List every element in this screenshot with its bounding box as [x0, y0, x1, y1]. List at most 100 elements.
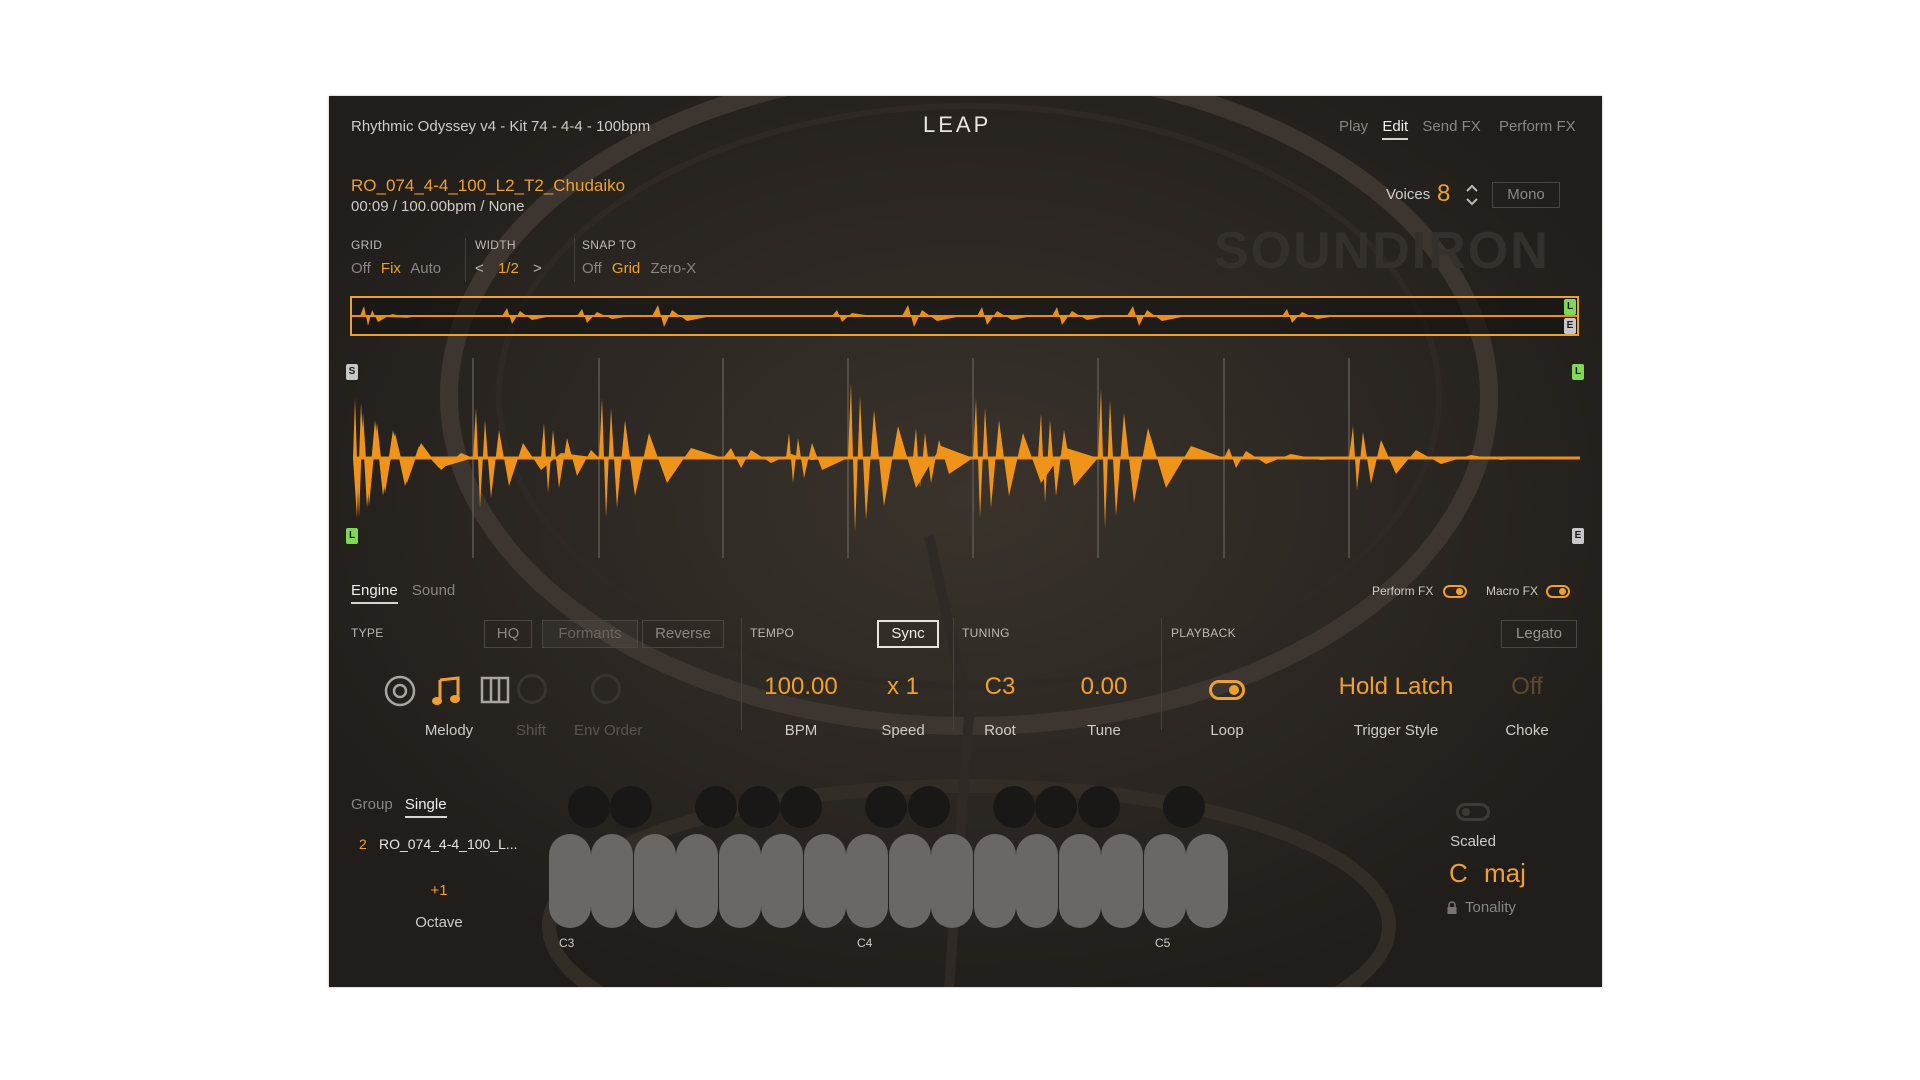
white-key[interactable] — [931, 834, 973, 928]
white-key[interactable] — [1016, 834, 1058, 928]
tune-value[interactable]: 0.00 — [1064, 673, 1144, 701]
tab-send-fx[interactable]: Send FX — [1422, 118, 1480, 135]
grid-label: GRID — [351, 238, 383, 252]
tune-label: Tune — [1087, 722, 1121, 739]
white-key[interactable] — [676, 834, 718, 928]
tab-engine[interactable]: Engine — [351, 582, 398, 604]
leap-editor-window: Rhythmic Odyssey v4 - Kit 74 - 4-4 - 100… — [329, 96, 1602, 987]
divider — [465, 238, 466, 282]
legato-button[interactable]: Legato — [1501, 620, 1577, 648]
white-key[interactable] — [719, 834, 761, 928]
white-key[interactable] — [634, 834, 676, 928]
tab-play[interactable]: Play — [1339, 118, 1368, 135]
grid-auto-option[interactable]: Auto — [410, 260, 441, 277]
circle-icon[interactable] — [383, 674, 417, 708]
trigger-style-value[interactable]: Hold Latch — [1327, 673, 1465, 701]
loop-end-marker[interactable]: L — [1572, 364, 1584, 380]
black-key[interactable] — [865, 786, 907, 828]
type-label: TYPE — [351, 626, 384, 640]
white-key[interactable] — [1059, 834, 1101, 928]
white-key[interactable] — [974, 834, 1016, 928]
width-next-icon[interactable]: > — [533, 260, 542, 277]
divider — [1161, 618, 1162, 730]
black-key[interactable] — [780, 786, 822, 828]
speed-label: Speed — [881, 722, 925, 739]
voices-value[interactable]: 8 — [1437, 180, 1450, 208]
playback-label: PLAYBACK — [1171, 626, 1236, 640]
voices-stepper-icon[interactable] — [1464, 182, 1480, 208]
sample-index: 2 — [359, 836, 367, 852]
start-marker[interactable]: S — [346, 364, 358, 380]
overview-loop-marker[interactable]: L — [1564, 299, 1576, 315]
kit-title: Rhythmic Odyssey v4 - Kit 74 - 4-4 - 100… — [351, 118, 651, 135]
sample-list-item[interactable]: RO_074_4-4_100_L... — [379, 836, 518, 852]
white-key[interactable] — [549, 834, 591, 928]
divider — [953, 618, 954, 730]
slices-icon[interactable] — [479, 674, 511, 706]
tab-group[interactable]: Group — [351, 796, 393, 813]
black-key[interactable] — [908, 786, 950, 828]
choke-label: Choke — [1505, 722, 1549, 739]
white-key[interactable] — [889, 834, 931, 928]
grid-fix-option[interactable]: Fix — [381, 260, 401, 277]
white-key[interactable] — [1144, 834, 1186, 928]
perform-fx-toggle[interactable] — [1443, 585, 1467, 598]
white-key[interactable] — [846, 834, 888, 928]
shift-knob[interactable] — [517, 674, 547, 704]
sync-button[interactable]: Sync — [877, 620, 939, 648]
choke-value[interactable]: Off — [1497, 673, 1557, 701]
white-key[interactable] — [591, 834, 633, 928]
black-key[interactable] — [568, 786, 610, 828]
leap-logo: LEAP — [923, 112, 992, 137]
lock-icon[interactable] — [1446, 901, 1458, 915]
black-key[interactable] — [1163, 786, 1205, 828]
snap-grid-option[interactable]: Grid — [612, 260, 640, 277]
bpm-value[interactable]: 100.00 — [755, 673, 847, 701]
voices-label: Voices — [1386, 186, 1431, 203]
white-key[interactable] — [1101, 834, 1143, 928]
root-label: Root — [984, 722, 1016, 739]
engine-sound-tabs: Engine Sound — [351, 582, 455, 604]
white-key[interactable] — [761, 834, 803, 928]
mono-button[interactable]: Mono — [1492, 182, 1560, 208]
end-marker[interactable]: E — [1572, 528, 1584, 544]
macro-fx-toggle[interactable] — [1546, 585, 1570, 598]
overview-end-marker[interactable]: E — [1564, 318, 1576, 334]
snap-zerox-option[interactable]: Zero-X — [650, 260, 696, 277]
formants-button[interactable]: Formants — [542, 620, 638, 648]
music-note-icon[interactable] — [430, 674, 464, 708]
scaled-toggle[interactable] — [1456, 803, 1490, 821]
grid-off-option[interactable]: Off — [351, 260, 371, 277]
black-key[interactable] — [610, 786, 652, 828]
speed-value[interactable]: x 1 — [867, 673, 939, 701]
black-key[interactable] — [993, 786, 1035, 828]
white-key[interactable] — [1186, 834, 1228, 928]
tonality-key[interactable]: C — [1449, 858, 1468, 889]
waveform-main[interactable] — [351, 358, 1580, 558]
loop-start-marker[interactable]: L — [346, 528, 358, 544]
octave-value[interactable]: +1 — [419, 882, 459, 899]
root-value[interactable]: C3 — [969, 673, 1031, 701]
reverse-button[interactable]: Reverse — [642, 620, 724, 648]
key-label-c5: C5 — [1155, 936, 1171, 950]
black-key[interactable] — [695, 786, 737, 828]
black-key[interactable] — [1035, 786, 1077, 828]
white-key[interactable] — [804, 834, 846, 928]
tab-edit[interactable]: Edit — [1382, 118, 1409, 140]
hq-button[interactable]: HQ — [484, 620, 532, 648]
width-prev-icon[interactable]: < — [475, 260, 484, 277]
loop-label: Loop — [1210, 722, 1244, 739]
tab-sound[interactable]: Sound — [412, 582, 455, 599]
tab-perform-fx[interactable]: Perform FX — [1499, 118, 1576, 135]
top-tab-bar: Play Edit Send FX Perform FX — [1339, 118, 1576, 140]
black-key[interactable] — [1078, 786, 1120, 828]
loop-toggle[interactable] — [1209, 680, 1245, 700]
black-key[interactable] — [738, 786, 780, 828]
tab-single[interactable]: Single — [404, 796, 447, 818]
grid-options: Off Fix Auto — [351, 260, 441, 277]
tonality-mode[interactable]: maj — [1484, 858, 1526, 889]
snap-off-option[interactable]: Off — [582, 260, 602, 277]
tuning-label: TUNING — [962, 626, 1010, 640]
env-order-knob[interactable] — [591, 674, 621, 704]
waveform-overview[interactable] — [350, 296, 1579, 336]
